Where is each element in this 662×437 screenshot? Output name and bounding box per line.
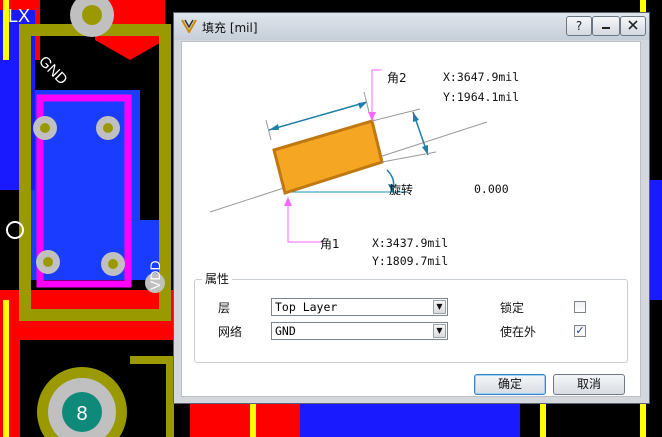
pad-number: 8 bbox=[76, 403, 87, 425]
corner1-y: Y:1809.7mil bbox=[372, 254, 449, 268]
properties-group bbox=[194, 279, 628, 363]
corner1-label: 角1 bbox=[320, 237, 340, 251]
cancel-button[interactable]: 取消 bbox=[553, 374, 625, 395]
dialog-title: 填充 [mil] bbox=[202, 21, 258, 35]
pcb-label-lx: LX bbox=[8, 6, 30, 26]
corner2-x: X:3647.9mil bbox=[443, 70, 520, 84]
dialog-content: 角2 X:3647.9mil Y:1964.1mil 旋转 0.000 角1 X… bbox=[181, 41, 641, 397]
altium-logo-icon bbox=[181, 19, 197, 33]
locked-checkbox[interactable] bbox=[574, 301, 586, 313]
rotation-label: 旋转 bbox=[389, 183, 414, 197]
keepout-label: 使在外 bbox=[500, 325, 537, 339]
fill-rectangle bbox=[272, 119, 384, 195]
keepout-checkbox[interactable]: ✓ bbox=[574, 325, 586, 337]
net-select-value: GND bbox=[275, 324, 296, 338]
properties-legend: 属性 bbox=[202, 270, 233, 287]
corner2-label: 角2 bbox=[387, 71, 407, 85]
corner2-y: Y:1964.1mil bbox=[443, 90, 520, 104]
ok-button[interactable]: 确定 bbox=[474, 374, 546, 395]
layer-select[interactable]: Top Layer ▼ bbox=[271, 298, 448, 316]
fill-properties-dialog: 填充 [mil] ? 角2 X:3647.9mil Y:1964.1mil 旋转… bbox=[173, 12, 650, 404]
net-label: 网络 bbox=[218, 325, 243, 339]
fill-diagram bbox=[209, 69, 488, 243]
title-bar[interactable]: 填充 [mil] ? bbox=[174, 13, 649, 40]
minimize-button[interactable] bbox=[592, 16, 620, 36]
pcb-label-vdd: VDD bbox=[147, 260, 163, 290]
chevron-down-icon[interactable]: ▼ bbox=[433, 300, 446, 314]
layer-label: 层 bbox=[218, 301, 231, 315]
rotation-value: 0.000 bbox=[474, 182, 509, 196]
net-select[interactable]: GND ▼ bbox=[271, 322, 448, 340]
layer-select-value: Top Layer bbox=[275, 300, 338, 314]
minimize-icon bbox=[602, 27, 610, 29]
close-button[interactable] bbox=[620, 16, 646, 36]
help-button[interactable]: ? bbox=[566, 16, 592, 36]
close-icon bbox=[628, 20, 638, 30]
locked-label: 锁定 bbox=[500, 301, 525, 315]
corner1-x: X:3437.9mil bbox=[372, 236, 449, 250]
chevron-down-icon[interactable]: ▼ bbox=[433, 324, 446, 338]
